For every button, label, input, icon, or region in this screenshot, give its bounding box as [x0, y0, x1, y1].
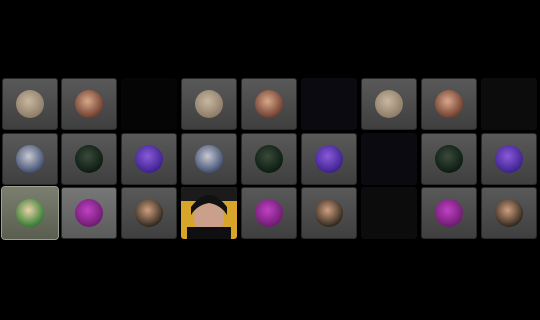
participant-tile — [361, 133, 417, 185]
dark-figure-avatar — [75, 145, 103, 173]
young-man-avatar — [495, 199, 523, 227]
person-holding-object-avatar — [375, 90, 403, 118]
dark-figure-avatar — [435, 145, 463, 173]
robot-avatar — [195, 145, 223, 173]
participant-tile[interactable] — [61, 187, 117, 239]
woman-long-hair-avatar — [255, 90, 283, 118]
woman-long-hair-avatar — [435, 90, 463, 118]
participant-tile[interactable] — [361, 78, 417, 130]
participant-tile[interactable] — [61, 133, 117, 185]
participant-tile[interactable] — [121, 133, 177, 185]
magenta-figure-avatar — [255, 199, 283, 227]
participant-grid — [0, 76, 540, 244]
participant-tile — [121, 78, 177, 130]
participant-tile[interactable] — [121, 187, 177, 239]
participant-tile[interactable] — [241, 187, 297, 239]
participant-tile[interactable] — [2, 133, 58, 185]
participant-tile[interactable] — [1, 186, 59, 240]
woman-long-hair-avatar — [75, 90, 103, 118]
young-man-avatar — [315, 199, 343, 227]
participant-tile[interactable] — [301, 187, 357, 239]
participant-tile[interactable] — [241, 133, 297, 185]
webcam-video-feed — [181, 187, 237, 239]
purple-light-avatar — [315, 145, 343, 173]
purple-light-avatar — [495, 145, 523, 173]
participant-tile — [301, 78, 357, 130]
green-character-avatar — [16, 199, 44, 227]
participant-tile[interactable] — [61, 78, 117, 130]
magenta-figure-avatar — [75, 199, 103, 227]
participant-tile[interactable] — [181, 187, 237, 239]
participant-tile[interactable] — [241, 78, 297, 130]
purple-light-avatar — [135, 145, 163, 173]
participant-tile[interactable] — [421, 187, 477, 239]
participant-tile — [361, 187, 417, 239]
magenta-figure-avatar — [435, 199, 463, 227]
participant-tile[interactable] — [421, 133, 477, 185]
participant-tile[interactable] — [181, 78, 237, 130]
participant-tile[interactable] — [481, 133, 537, 185]
participant-tile[interactable] — [421, 78, 477, 130]
participant-tile — [481, 78, 537, 130]
person-holding-object-avatar — [195, 90, 223, 118]
participant-tile[interactable] — [181, 133, 237, 185]
participant-tile[interactable] — [301, 133, 357, 185]
robot-avatar — [16, 145, 44, 173]
person-holding-object-avatar — [16, 90, 44, 118]
participant-tile[interactable] — [2, 78, 58, 130]
young-man-avatar — [135, 199, 163, 227]
dark-figure-avatar — [255, 145, 283, 173]
participant-tile[interactable] — [481, 187, 537, 239]
